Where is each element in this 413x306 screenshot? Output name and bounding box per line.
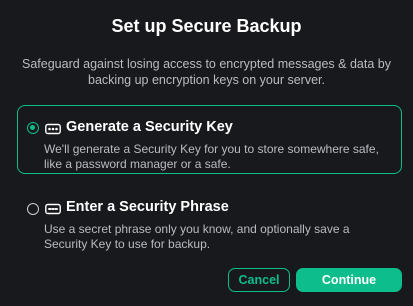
option-description: We'll generate a Security Key for you to… (44, 142, 379, 171)
dialog-title: Set up Secure Backup (111, 16, 302, 36)
cancel-button[interactable]: Cancel (228, 268, 290, 292)
key-icon (45, 122, 61, 135)
continue-button[interactable]: Continue (296, 268, 402, 292)
dialog-description: Safeguard against losing access to encry… (22, 57, 391, 87)
option-generate-security-key[interactable]: Generate a Security Key We'll generate a… (17, 105, 402, 174)
option-title: Enter a Security Phrase (66, 199, 229, 215)
radio-enter-security-phrase[interactable] (27, 203, 39, 215)
lock-icon (45, 202, 61, 215)
option-description: Use a secret phrase only you know, and o… (44, 222, 350, 251)
radio-generate-security-key[interactable] (27, 122, 39, 134)
option-title: Generate a Security Key (66, 119, 233, 135)
secure-backup-dialog: Set up Secure Backup Safeguard against l… (0, 0, 413, 306)
option-enter-security-phrase[interactable]: Enter a Security Phrase Use a secret phr… (17, 190, 402, 256)
